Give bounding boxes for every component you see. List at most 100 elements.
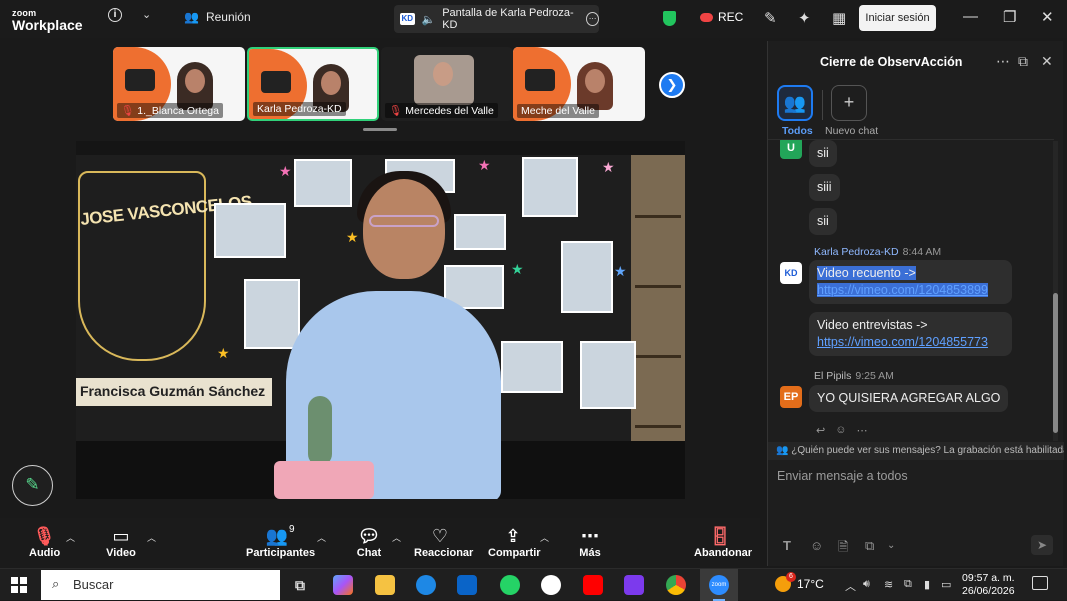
cloud-record-icon — [700, 12, 713, 22]
file-explorer-icon[interactable] — [375, 575, 395, 595]
apps-icon[interactable]: ▦ — [832, 9, 846, 27]
audio-options-caret[interactable]: ︿ — [66, 531, 75, 544]
chat-button[interactable]: 💬︎ Chat — [356, 525, 382, 559]
muted-mic-icon: 🎙︎ — [389, 105, 403, 117]
chevron-down-icon[interactable]: ⌄ — [142, 8, 151, 21]
participants-options-caret[interactable]: ︿ — [317, 531, 326, 544]
emoji-react-icon[interactable]: ☺ — [835, 424, 846, 437]
participant-tile[interactable]: Meche del Valle — [513, 47, 645, 121]
reply-icon[interactable]: ↩ — [816, 424, 825, 437]
annotate-pencil-button[interactable]: ✎ — [12, 465, 53, 506]
search-icon: ⌕ — [52, 576, 60, 591]
more-dots-icon: ⋯ — [581, 526, 599, 546]
vpn-icon[interactable]: ⧉ — [904, 578, 912, 591]
screen-share-pill[interactable]: KD 🔈 Pantalla de Karla Pedroza-KD … — [394, 5, 600, 33]
logo-brand-bottom: Workplace — [12, 17, 83, 33]
minimize-icon[interactable]: — — [963, 8, 978, 25]
participants-label: Participantes — [246, 547, 316, 559]
signin-button[interactable]: Iniciar sesión — [859, 5, 936, 31]
tab-all-chats[interactable]: 👥 — [777, 85, 813, 121]
more-dots-icon[interactable]: ⋯ — [856, 424, 867, 437]
more-options-icon[interactable]: … — [586, 12, 600, 26]
share-label: Pantalla de Karla Pedroza-KD — [442, 7, 574, 31]
leave-door-icon: 🚪︎ — [708, 526, 732, 546]
thumbnail-strip-handle[interactable] — [363, 128, 397, 131]
participant-tile-active-speaker[interactable]: Karla Pedroza-KD — [247, 47, 379, 121]
recording-notice[interactable]: 👥 ¿Quién puede ver sus mensajes? La grab… — [768, 442, 1064, 460]
edge-browser-icon[interactable] — [416, 575, 436, 595]
restore-icon[interactable]: ❐ — [1003, 8, 1016, 26]
message-text: Video entrevistas -> — [817, 318, 928, 332]
annotate-icon[interactable]: ✎ — [764, 9, 777, 27]
more-options-icon[interactable]: ⋯ — [996, 53, 1010, 70]
leave-button[interactable]: 🚪︎ Abandonar — [694, 525, 752, 559]
participant-tile[interactable]: 🎙︎ Mercedes del Valle — [381, 47, 513, 121]
message-link[interactable]: https://vimeo.com/1204853899 — [817, 283, 988, 297]
chat-message: Video entrevistas -> https://vimeo.com/1… — [809, 312, 1012, 356]
paint-app-icon[interactable] — [624, 575, 644, 595]
close-icon[interactable]: ✕ — [1041, 53, 1053, 70]
chevron-down-icon[interactable]: ⌄ — [887, 540, 895, 551]
weather-widget[interactable]: 6 17°C — [775, 572, 824, 592]
maps-icon[interactable] — [541, 575, 561, 595]
ai-companion-icon[interactable]: ✦ — [798, 9, 811, 27]
participants-icon: 👥 — [265, 526, 289, 546]
info-icon[interactable]: i — [108, 8, 122, 22]
whatsapp-icon[interactable] — [500, 575, 520, 595]
more-button[interactable]: ⋯ Más — [578, 525, 602, 559]
emoji-icon[interactable]: ☺ — [810, 538, 823, 553]
meeting-button[interactable]: 👥 Reunión — [184, 10, 251, 24]
share-label: Compartir — [488, 547, 541, 559]
close-window-icon[interactable]: ✕ — [1041, 8, 1054, 26]
camera-graphic — [261, 71, 291, 93]
succulent-plant — [308, 396, 332, 466]
chat-options-caret[interactable]: ︿ — [392, 531, 401, 544]
wall-photo — [454, 214, 506, 250]
format-text-icon[interactable]: T — [783, 538, 791, 553]
wall-photo — [522, 157, 578, 217]
chat-label: Chat — [356, 547, 382, 559]
task-view-icon[interactable]: ⧉ — [290, 575, 310, 595]
more-label: Más — [579, 547, 601, 559]
video-button[interactable]: ▭ Video — [105, 525, 137, 559]
network-icon[interactable]: ≋ — [884, 578, 893, 591]
rec-indicator[interactable]: REC — [700, 10, 743, 24]
audio-button[interactable]: 🎙︎ Audio — [29, 525, 60, 559]
new-chat-button[interactable]: + — [831, 85, 867, 121]
shield-icon[interactable] — [663, 11, 676, 26]
system-clock[interactable]: 09:57 a. m. 26/06/2026 — [962, 572, 1015, 598]
share-options-caret[interactable]: ︿ — [540, 531, 549, 544]
send-button[interactable]: ➤ — [1031, 535, 1053, 555]
chat-scrollbar[interactable] — [1053, 141, 1058, 441]
file-icon[interactable]: 🗎︎ — [838, 538, 848, 560]
youtube-icon[interactable] — [583, 575, 603, 595]
windows-start-button[interactable] — [11, 577, 27, 593]
chevron-up-icon[interactable]: ︿ — [845, 578, 856, 594]
heart-icon: ♡ — [431, 526, 449, 546]
mic-in-use-icon[interactable]: ▮ — [924, 578, 930, 591]
taskbar-search[interactable]: ⌕ Buscar — [41, 570, 280, 600]
battery-icon[interactable]: ▭ — [941, 578, 951, 591]
reactions-button[interactable]: ♡ Reaccionar — [414, 525, 473, 559]
participants-button[interactable]: 👥 9 Participantes — [246, 524, 315, 559]
participant-tile[interactable]: 🎙︎ 1._Blanca Ortega — [113, 47, 245, 121]
chat-input[interactable]: Enviar mensaje a todos — [777, 469, 1047, 489]
volume-icon[interactable]: 🔊︎ — [863, 578, 870, 591]
message-sender: Karla Pedroza-KD 8:44 AM — [814, 246, 942, 258]
presenter-glasses — [369, 215, 439, 227]
zoom-taskbar-app[interactable]: zoom — [700, 569, 738, 601]
star-decoration: ★ — [279, 163, 292, 179]
screenshot-icon[interactable]: ⧉ — [865, 538, 874, 554]
chat-message: siii — [809, 174, 840, 201]
popout-icon[interactable]: ⧉ — [1018, 53, 1028, 70]
copilot-icon[interactable] — [333, 575, 353, 595]
weather-sun-icon: 6 — [775, 572, 796, 592]
notifications-icon[interactable] — [1032, 576, 1048, 590]
share-button[interactable]: ⇪ Compartir — [488, 525, 541, 559]
video-options-caret[interactable]: ︿ — [147, 531, 156, 544]
outlook-icon[interactable] — [457, 575, 477, 595]
message-link[interactable]: https://vimeo.com/1204855773 — [817, 335, 988, 349]
avatar: U — [780, 140, 802, 159]
next-page-button[interactable]: ❯ — [659, 72, 685, 98]
chrome-icon[interactable] — [666, 575, 686, 595]
